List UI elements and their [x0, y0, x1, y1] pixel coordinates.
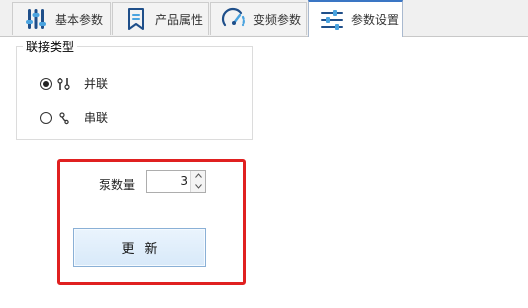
series-label: 串联 [84, 111, 109, 125]
tab-strip: 基本参数 产品属性 变频参数 参数设置 [0, 0, 528, 37]
tab-basic-params-label: 基本参数 [55, 12, 104, 27]
update-button[interactable]: 更新 [73, 228, 206, 267]
parallel-option[interactable]: 并联 [40, 75, 108, 92]
pump-count-spinner[interactable]: 3 [146, 170, 206, 193]
parallel-label: 并联 [84, 77, 109, 91]
tab-product-attrs-label: 产品属性 [155, 12, 204, 27]
tab-product-attrs[interactable]: 产品属性 [112, 2, 209, 35]
tab-param-settings-label: 参数设置 [351, 13, 400, 27]
tab-basic-params[interactable]: 基本参数 [12, 2, 111, 35]
series-connection-icon [59, 111, 69, 124]
sliders-vertical-icon [26, 9, 46, 29]
chevron-up-icon [194, 173, 202, 178]
pump-count-value[interactable]: 3 [147, 171, 190, 192]
series-option[interactable]: 串联 [40, 109, 108, 126]
spinner-down-button[interactable] [191, 182, 205, 192]
connection-type-title: 联接类型 [23, 38, 78, 55]
parallel-connection-icon [57, 77, 70, 90]
bookmark-icon [128, 8, 144, 30]
tab-param-settings[interactable]: 参数设置 [308, 0, 403, 37]
chevron-down-icon [194, 184, 202, 189]
series-radio[interactable] [40, 111, 52, 124]
tab-vfd-params-label: 变频参数 [253, 12, 302, 27]
pump-count-label: 泵数量 [99, 178, 136, 192]
gauge-icon [221, 7, 245, 27]
sliders-horizontal-icon [321, 9, 343, 30]
spinner-up-button[interactable] [191, 171, 205, 181]
spinner-buttons [190, 171, 205, 192]
tab-vfd-params[interactable]: 变频参数 [210, 2, 307, 35]
parallel-radio[interactable] [40, 77, 52, 90]
